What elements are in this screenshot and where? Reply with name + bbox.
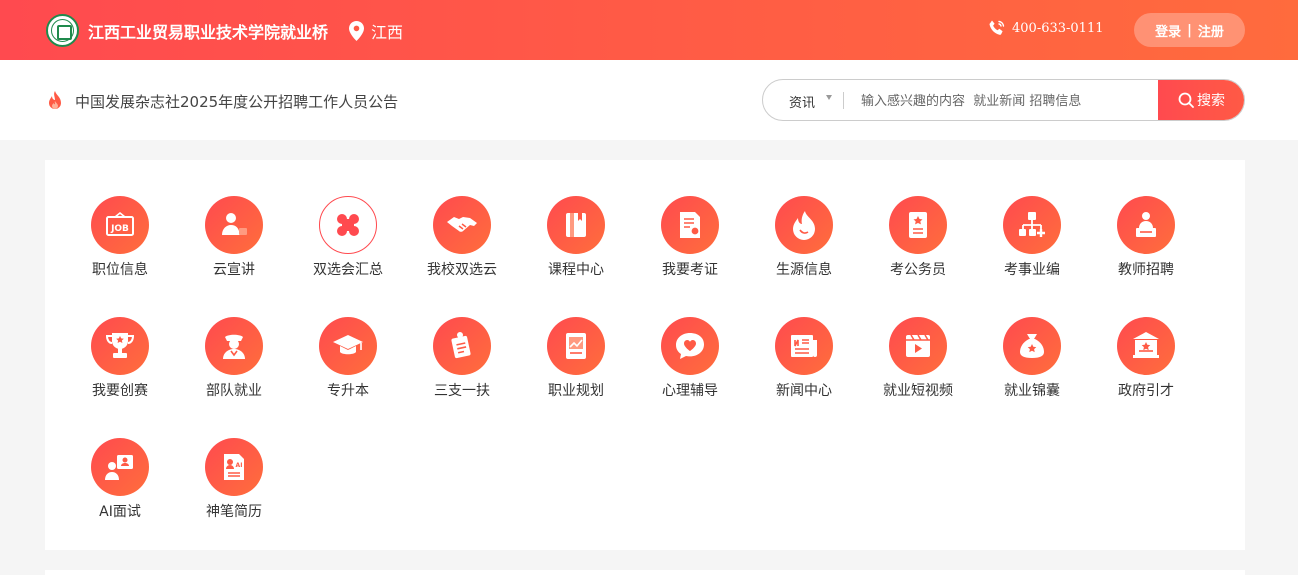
graduation-cap-icon [319, 317, 377, 375]
login-register-button[interactable]: 登录 | 注册 [1134, 13, 1245, 47]
nav-item-label: 我校双选云 [427, 262, 497, 278]
trophy-icon [91, 317, 149, 375]
nav-item-label: AI面试 [99, 504, 141, 520]
feature-grid-card: JOB 职位信息 云宣讲 双选会汇总 我校双选云 课程中心 我要考证 生源信息 … [45, 160, 1245, 550]
nav-item-label: 我要考证 [662, 262, 718, 278]
school-logo-icon[interactable] [46, 14, 79, 47]
ai-resume-icon: AI [205, 438, 263, 496]
nav-item-public-institution[interactable]: 考事业编 [975, 196, 1089, 296]
nav-item-news-center[interactable]: 新闻中心 [747, 317, 861, 417]
location-selector[interactable]: 江西 [349, 19, 403, 43]
ai-interview-icon [91, 438, 149, 496]
svg-text:AI: AI [236, 462, 243, 469]
teacher-icon [1117, 196, 1175, 254]
money-bag-icon [1003, 317, 1061, 375]
nav-item-job-info[interactable]: JOB 职位信息 [63, 196, 177, 296]
next-section-edge [45, 570, 1245, 575]
nav-item-label: 三支一扶 [434, 383, 490, 399]
soldier-icon [205, 317, 263, 375]
nav-item-ai-interview[interactable]: AI面试 [63, 438, 177, 538]
nav-item-label: 课程中心 [548, 262, 604, 278]
nav-item-label: 专升本 [327, 383, 369, 399]
clover-icon [319, 196, 377, 254]
announcement-link[interactable]: 中国发展杂志社2025年度公开招聘工作人员公告 [75, 91, 398, 112]
nav-item-label: 就业短视频 [883, 383, 953, 399]
nav-item-ai-resume[interactable]: AI 神笔简历 [177, 438, 291, 538]
nav-item-military[interactable]: 部队就业 [177, 317, 291, 417]
presenter-icon [205, 196, 263, 254]
video-icon [889, 317, 947, 375]
nav-item-label: 就业锦囊 [1004, 383, 1060, 399]
nav-item-competition[interactable]: 我要创赛 [63, 317, 177, 417]
login-separator: | [1187, 22, 1192, 38]
nav-item-school-fair-cloud[interactable]: 我校双选云 [405, 196, 519, 296]
nav-item-label: 职位信息 [92, 262, 148, 278]
location-text: 江西 [371, 23, 404, 42]
job-board-icon: JOB [91, 196, 149, 254]
chevron-down-icon[interactable] [826, 95, 832, 100]
nav-item-label: 部队就业 [206, 383, 262, 399]
search-box: 资讯 搜索 [762, 79, 1245, 121]
nav-item-cloud-talk[interactable]: 云宣讲 [177, 196, 291, 296]
svg-text:JOB: JOB [110, 224, 129, 234]
search-input[interactable] [861, 89, 1151, 113]
certificate-icon [661, 196, 719, 254]
login-link[interactable]: 登录 [1155, 21, 1181, 40]
nav-item-career-planning[interactable]: 职业规划 [519, 317, 633, 417]
phone-number: 400-633-0111 [1012, 20, 1104, 36]
nav-item-teacher-recruit[interactable]: 教师招聘 [1089, 196, 1203, 296]
search-divider [843, 92, 844, 109]
nav-item-gov-talent[interactable]: 政府引才 [1089, 317, 1203, 417]
nav-item-job-fair-summary[interactable]: 双选会汇总 [291, 196, 405, 296]
nav-item-course-center[interactable]: 课程中心 [519, 196, 633, 296]
nav-item-counseling[interactable]: 心理辅导 [633, 317, 747, 417]
nav-item-label: 教师招聘 [1118, 262, 1174, 278]
government-icon [1117, 317, 1175, 375]
search-icon [1178, 92, 1194, 108]
nav-item-student-source[interactable]: 生源信息 [747, 196, 861, 296]
search-button[interactable]: 搜索 [1158, 80, 1244, 120]
flame-icon [775, 196, 833, 254]
civil-exam-icon [889, 196, 947, 254]
nav-item-career-tips[interactable]: 就业锦囊 [975, 317, 1089, 417]
register-link[interactable]: 注册 [1198, 21, 1224, 40]
book-icon [547, 196, 605, 254]
search-button-label: 搜索 [1197, 93, 1225, 109]
nav-item-label: 生源信息 [776, 262, 832, 278]
location-pin-icon [349, 21, 364, 41]
org-chart-icon [1003, 196, 1061, 254]
nav-item-label: 政府引才 [1118, 383, 1174, 399]
phone-icon [989, 20, 1005, 35]
nav-item-short-video[interactable]: 就业短视频 [861, 317, 975, 417]
top-header: 江西工业贸易职业技术学院就业桥 江西 400-633-0111 登录 | 注册 [0, 0, 1298, 60]
handshake-icon [433, 196, 491, 254]
nav-item-label: 云宣讲 [213, 262, 255, 278]
heart-chat-icon [661, 317, 719, 375]
nav-item-label: 心理辅导 [662, 383, 718, 399]
nav-item-upgrade-degree[interactable]: 专升本 [291, 317, 405, 417]
newspaper-icon [775, 317, 833, 375]
hotline: 400-633-0111 [988, 19, 1104, 37]
search-bar-row: 中国发展杂志社2025年度公开招聘工作人员公告 资讯 搜索 [0, 60, 1298, 140]
nav-item-label: 双选会汇总 [313, 262, 383, 278]
nav-item-label: 职业规划 [548, 383, 604, 399]
search-category-select[interactable]: 资讯 [789, 92, 815, 111]
chart-board-icon [547, 317, 605, 375]
fire-icon [49, 91, 61, 109]
nav-item-civil-service[interactable]: 考公务员 [861, 196, 975, 296]
nav-item-label: 我要创赛 [92, 383, 148, 399]
nav-item-three-supports[interactable]: 三支一扶 [405, 317, 519, 417]
nav-item-label: 神笔简历 [206, 504, 262, 520]
nav-item-label: 新闻中心 [776, 383, 832, 399]
nav-item-label: 考事业编 [1004, 262, 1060, 278]
clipboard-icon [433, 317, 491, 375]
nav-item-certificate[interactable]: 我要考证 [633, 196, 747, 296]
nav-item-label: 考公务员 [890, 262, 946, 278]
site-name[interactable]: 江西工业贸易职业技术学院就业桥 [88, 19, 328, 43]
